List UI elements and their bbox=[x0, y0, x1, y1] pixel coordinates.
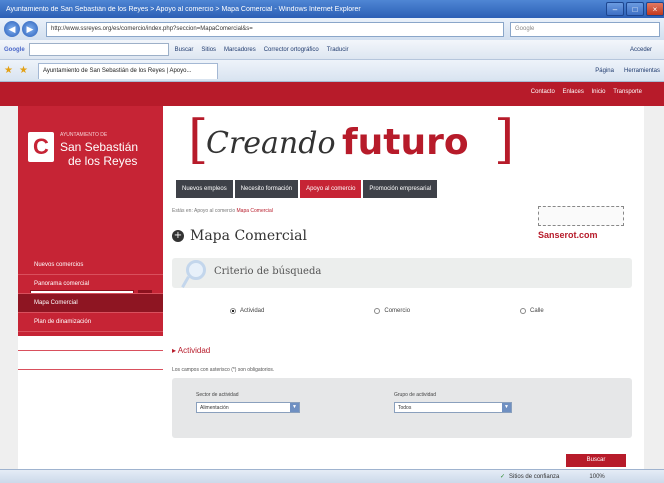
breadcrumb-commerce[interactable]: Apoyo al comercio bbox=[194, 208, 235, 214]
nav-tab-commerce[interactable]: Apoyo al comercio bbox=[300, 180, 362, 198]
banner-bracket-right: ] bbox=[494, 110, 515, 170]
sector-select-value: Alimentación bbox=[200, 405, 229, 411]
address-bar: ◀ ▶ http://www.ssreyes.org/es/comercio/i… bbox=[0, 18, 664, 40]
forward-button[interactable]: ▶ bbox=[22, 21, 38, 37]
back-button[interactable]: ◀ bbox=[4, 21, 20, 37]
google-logo: Google bbox=[4, 46, 25, 53]
page-title: + Mapa Comercial bbox=[172, 228, 307, 244]
partner-logo-graphic bbox=[538, 206, 624, 226]
logo-name-line1: San Sebastián bbox=[60, 140, 139, 154]
page-title-text: Mapa Comercial bbox=[190, 228, 307, 244]
section-title-text: Actividad bbox=[177, 346, 211, 355]
radio-shop-dot[interactable] bbox=[374, 308, 381, 314]
breadcrumb-prefix: Estás en: bbox=[172, 208, 193, 214]
google-signin-link[interactable]: Acceder bbox=[630, 47, 652, 53]
page-menu[interactable]: Página bbox=[595, 68, 614, 74]
sector-select[interactable]: Alimentación ▼ bbox=[196, 402, 300, 413]
sidebar-item-map[interactable]: Mapa Comercial bbox=[18, 294, 163, 313]
radio-shop-label: Comercio bbox=[384, 308, 411, 314]
radio-activity-dot[interactable] bbox=[230, 308, 236, 314]
sidebar-item-panorama[interactable]: Panorama comercial bbox=[18, 275, 163, 294]
google-toolbar-spellcheck[interactable]: Corrector ortográfico bbox=[264, 47, 319, 53]
nav-tab-training[interactable]: Necesito formación bbox=[234, 180, 299, 198]
checkmark-icon: ✓ bbox=[500, 474, 506, 480]
status-bar: ✓ Sitios de confianza 100% bbox=[0, 469, 664, 483]
google-toolbar: Google Buscar Sitios Marcadores Correcto… bbox=[0, 40, 664, 60]
maximize-button[interactable]: □ bbox=[626, 2, 644, 16]
google-search-input[interactable] bbox=[28, 43, 169, 56]
sidebar-item-decrees[interactable]: Decretos y órdenes bbox=[18, 351, 163, 370]
search-criteria-header: Criterio de búsqueda bbox=[172, 258, 632, 288]
magnifier-handle bbox=[181, 276, 190, 288]
nav-tab-promotion[interactable]: Promoción empresarial bbox=[363, 180, 438, 198]
sidebar-item-directory[interactable]: Directorio bbox=[18, 332, 163, 351]
google-toolbar-translate[interactable]: Traducir bbox=[327, 47, 349, 53]
search-submit-button[interactable]: Buscar bbox=[566, 454, 626, 467]
tools-menu[interactable]: Herramientas bbox=[624, 68, 660, 74]
google-toolbar-search[interactable]: Buscar bbox=[175, 47, 194, 53]
security-zone-text: Sitios de confianza bbox=[509, 473, 560, 480]
group-select-value: Todos bbox=[398, 405, 412, 411]
main-nav: Nuevos empleos Necesito formación Apoyo … bbox=[176, 180, 439, 198]
chevron-down-icon[interactable]: ▼ bbox=[290, 403, 299, 412]
breadcrumb: Estás en: Apoyo al comercio Mapa Comerci… bbox=[172, 208, 273, 214]
section-title: ▸ Actividad bbox=[172, 346, 210, 355]
sidebar-menu: Nuevos comercios Panorama comercial Mapa… bbox=[18, 256, 163, 370]
logo-small-text: AYUNTAMIENTO DE bbox=[60, 132, 108, 138]
required-fields-note: Los campos con asterisco (*) son obligat… bbox=[172, 367, 275, 373]
browser-tab[interactable]: Ayuntamiento de San Sebastián de los Rey… bbox=[37, 62, 218, 79]
radio-street[interactable]: Calle bbox=[520, 308, 544, 314]
zoom-level[interactable]: 100% bbox=[589, 474, 604, 480]
sidebar-item-plan[interactable]: Plan de dinamización bbox=[18, 313, 163, 332]
group-select[interactable]: Todos ▼ bbox=[394, 402, 512, 413]
sidebar: C AYUNTAMIENTO DE San Sebastián de los R… bbox=[18, 106, 163, 370]
section-arrow-icon: ▸ bbox=[172, 346, 177, 355]
browser-tabbar: ★ ★ Ayuntamiento de San Sebastián de los… bbox=[0, 60, 664, 82]
browser-tab-title: Ayuntamiento de San Sebastián de los Rey… bbox=[42, 68, 192, 74]
radio-street-dot[interactable] bbox=[520, 308, 527, 314]
url-field[interactable]: http://www.ssreyes.org/es/comercio/index… bbox=[46, 21, 504, 37]
favorites-star-icon[interactable]: ★ bbox=[4, 65, 13, 76]
google-toolbar-bookmarks[interactable]: Marcadores bbox=[224, 47, 256, 53]
city-logo[interactable]: C AYUNTAMIENTO DE San Sebastián de los R… bbox=[28, 126, 158, 186]
banner-text-creando: Creando bbox=[206, 126, 336, 161]
window-titlebar: Ayuntamiento de San Sebastián de los Rey… bbox=[0, 0, 664, 18]
security-zone: ✓ Sitios de confianza bbox=[500, 473, 560, 481]
google-toolbar-sites[interactable]: Sitios bbox=[201, 47, 216, 53]
group-label: Grupo de actividad bbox=[394, 392, 436, 398]
logo-name-line2: de los Reyes bbox=[68, 154, 138, 168]
browser-search-input[interactable]: Google bbox=[510, 21, 660, 37]
radio-activity-label: Actividad bbox=[240, 308, 265, 314]
sidebar-item-new-shops[interactable]: Nuevos comercios bbox=[18, 256, 163, 275]
plus-circle-icon: + bbox=[172, 230, 184, 242]
banner: [ Creando futuro ] bbox=[188, 112, 518, 172]
filter-panel: Sector de actividad Alimentación ▼ Grupo… bbox=[172, 378, 632, 438]
close-button[interactable]: × bbox=[646, 2, 664, 16]
radio-shop[interactable]: Comercio bbox=[374, 308, 410, 314]
nav-tab-employment[interactable]: Nuevos empleos bbox=[176, 180, 233, 198]
criteria-label: Criterio de búsqueda bbox=[214, 266, 322, 277]
add-favorite-icon[interactable]: ★ bbox=[19, 65, 28, 76]
banner-text-futuro: futuro bbox=[342, 122, 469, 163]
radio-street-label: Calle bbox=[530, 308, 544, 314]
partner-logo[interactable]: Sanserot.com bbox=[534, 206, 630, 242]
partner-logo-text: Sanserot.com bbox=[538, 230, 598, 240]
sector-label: Sector de actividad bbox=[196, 392, 239, 398]
window-title: Ayuntamiento de San Sebastián de los Rey… bbox=[6, 5, 361, 13]
city-emblem-icon: C bbox=[28, 132, 54, 162]
search-type-radios: Actividad Comercio Calle bbox=[230, 308, 544, 314]
radio-activity[interactable]: Actividad bbox=[230, 308, 264, 314]
breadcrumb-current: Mapa Comercial bbox=[236, 208, 273, 214]
chevron-down-icon[interactable]: ▼ bbox=[502, 403, 511, 412]
minimize-button[interactable]: – bbox=[606, 2, 624, 16]
